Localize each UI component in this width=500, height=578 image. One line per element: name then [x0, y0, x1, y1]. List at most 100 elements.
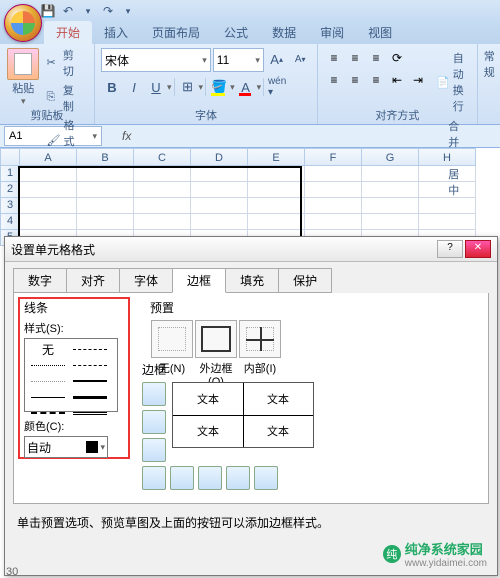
dialog-title: 设置单元格格式 [11, 241, 95, 258]
quick-access-toolbar: 💾 ↶ ▾ ↷ ▾ [0, 0, 500, 22]
border-top-button[interactable] [142, 382, 166, 406]
underline-button[interactable]: U [145, 76, 167, 98]
col-header[interactable]: B [77, 148, 134, 166]
line-style-listbox[interactable]: 无 [24, 338, 118, 412]
dtab-number[interactable]: 数字 [13, 268, 67, 293]
undo-icon[interactable]: ↶ [60, 3, 76, 19]
brush-icon: 🖌 [47, 134, 61, 148]
tab-insert[interactable]: 插入 [92, 21, 140, 44]
style-opt[interactable] [70, 342, 110, 356]
tab-view[interactable]: 视图 [356, 21, 404, 44]
border-bottom-button[interactable] [142, 438, 166, 462]
col-header[interactable]: E [248, 148, 305, 166]
col-header[interactable]: D [191, 148, 248, 166]
orientation-button[interactable]: ⟳ [387, 48, 407, 68]
help-button[interactable]: ? [437, 240, 463, 258]
copy-icon: ⎘ [47, 91, 60, 105]
select-all-corner[interactable] [0, 148, 20, 166]
tab-review[interactable]: 审阅 [308, 21, 356, 44]
border-right-button[interactable] [226, 466, 250, 490]
wrap-icon: 📄 [436, 76, 450, 89]
tab-home[interactable]: 开始 [44, 21, 92, 44]
indent-inc-button[interactable]: ⇥ [408, 70, 428, 90]
style-opt[interactable] [28, 358, 68, 372]
dtab-border[interactable]: 边框 [172, 268, 226, 293]
phonetic-button[interactable]: wén▾ [266, 76, 288, 98]
border-left-button[interactable] [170, 466, 194, 490]
style-none[interactable]: 无 [28, 342, 68, 356]
watermark-url: www.yidaimei.com [405, 558, 487, 569]
col-header[interactable]: F [305, 148, 362, 166]
border-preview[interactable]: 文本 文本 文本 文本 [172, 382, 314, 448]
tab-page-layout[interactable]: 页面布局 [140, 21, 212, 44]
col-header[interactable]: C [134, 148, 191, 166]
italic-button[interactable]: I [123, 76, 145, 98]
watermark-text: 纯净系统家园 [405, 539, 487, 558]
col-header[interactable]: H [419, 148, 476, 166]
align-top-button[interactable]: ≡ [324, 48, 344, 68]
row-indicator: 30 [6, 566, 18, 578]
font-size-select[interactable]: 11▾ [213, 48, 264, 72]
border-section-label: 边框 [142, 361, 314, 378]
border-hmid-button[interactable] [142, 410, 166, 434]
dialog-titlebar[interactable]: 设置单元格格式 ? ✕ [5, 237, 497, 262]
style-opt[interactable] [70, 374, 110, 388]
col-header[interactable]: G [362, 148, 419, 166]
worksheet[interactable]: A B C D E F G H 1 2 3 4 5 [0, 148, 500, 246]
style-opt[interactable] [28, 374, 68, 388]
tab-formulas[interactable]: 公式 [212, 21, 260, 44]
office-button[interactable] [4, 4, 42, 42]
watermark: 纯 纯净系统家园 www.yidaimei.com [383, 539, 487, 569]
undo-dropdown-icon[interactable]: ▾ [80, 3, 96, 19]
style-opt[interactable] [70, 390, 110, 404]
dtab-alignment[interactable]: 对齐 [66, 268, 120, 293]
dtab-protection[interactable]: 保护 [278, 268, 332, 293]
paste-label[interactable]: 粘贴 [12, 80, 34, 96]
align-center-button[interactable]: ≡ [345, 70, 365, 90]
style-opt[interactable] [28, 390, 68, 404]
align-left-button[interactable]: ≡ [324, 70, 344, 90]
underline-dropdown-icon[interactable]: ▾ [167, 82, 172, 93]
bold-button[interactable]: B [101, 76, 123, 98]
row-header[interactable]: 3 [0, 198, 20, 214]
group-clipboard: 粘贴 ▾ ✂剪切 ⎘复制 🖌格式刷 剪贴板 [0, 44, 95, 124]
dtab-fill[interactable]: 填充 [225, 268, 279, 293]
fill-color-button[interactable]: 🪣 [208, 76, 230, 98]
dtab-font[interactable]: 字体 [119, 268, 173, 293]
preview-cell: 文本 [173, 383, 243, 415]
row-header[interactable]: 2 [0, 182, 20, 198]
save-icon[interactable]: 💾 [40, 3, 56, 19]
paste-dropdown-icon[interactable]: ▾ [21, 96, 26, 107]
col-header[interactable]: A [20, 148, 77, 166]
qat-customize-icon[interactable]: ▾ [120, 3, 136, 19]
color-select[interactable]: 自动 ▾ [24, 436, 108, 458]
fx-icon[interactable]: fx [122, 129, 131, 143]
fontcolor-dropdown-icon[interactable]: ▾ [257, 82, 262, 93]
cut-button[interactable]: ✂剪切 [43, 46, 88, 80]
paste-icon[interactable] [7, 48, 39, 80]
redo-icon[interactable]: ↷ [100, 3, 116, 19]
row-header[interactable]: 1 [0, 166, 20, 182]
watermark-icon: 纯 [383, 545, 401, 563]
border-button[interactable]: ⊞ [177, 76, 199, 98]
style-opt[interactable] [70, 358, 110, 372]
number-format-label[interactable]: 常规 [484, 48, 495, 80]
dialog-body: 线条 样式(S): 无 颜色(C): 自动 ▾ 预置 [13, 293, 489, 504]
row-header[interactable]: 4 [0, 214, 20, 230]
border-diag1-button[interactable] [142, 466, 166, 490]
align-middle-button[interactable]: ≡ [345, 48, 365, 68]
wrap-text-button[interactable]: 📄自动换行 [432, 48, 471, 116]
grow-font-button[interactable]: A▴ [266, 48, 288, 70]
tab-data[interactable]: 数据 [260, 21, 308, 44]
border-dropdown-icon[interactable]: ▾ [199, 82, 204, 93]
style-opt[interactable] [70, 406, 110, 420]
align-right-button[interactable]: ≡ [366, 70, 386, 90]
border-vmid-button[interactable] [198, 466, 222, 490]
font-color-button[interactable]: A [235, 76, 257, 98]
indent-dec-button[interactable]: ⇤ [387, 70, 407, 90]
close-button[interactable]: ✕ [465, 240, 491, 258]
font-name-select[interactable]: 宋体▾ [101, 48, 211, 72]
border-diag2-button[interactable] [254, 466, 278, 490]
shrink-font-button[interactable]: A▾ [289, 48, 311, 70]
align-bottom-button[interactable]: ≡ [366, 48, 386, 68]
